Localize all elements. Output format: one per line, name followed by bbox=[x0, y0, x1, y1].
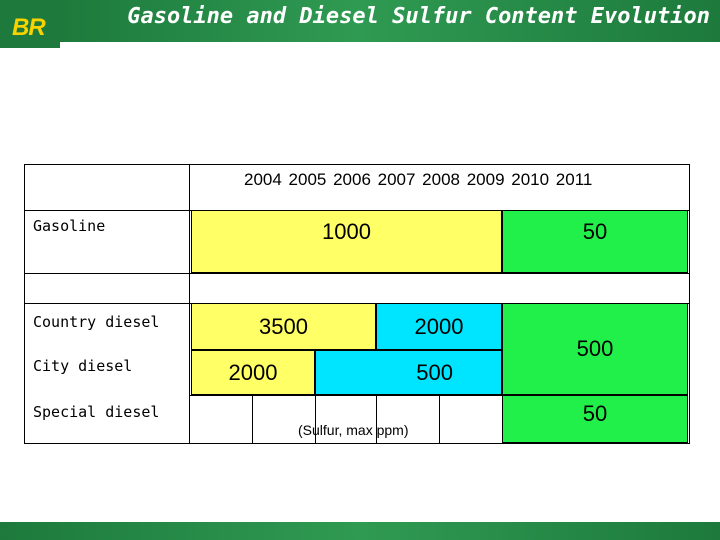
special-diesel-value-50: 50 bbox=[582, 401, 608, 426]
special-diesel-50-cell: 50 bbox=[502, 395, 688, 443]
br-logo: BR bbox=[0, 0, 60, 48]
footer-bar bbox=[0, 522, 720, 540]
label-column-divider bbox=[189, 164, 190, 444]
gasoline-value-50: 50 bbox=[582, 219, 608, 244]
unit-note: (Sulfur, max ppm) bbox=[298, 422, 409, 438]
country-diesel-value-2000: 2000 bbox=[414, 313, 464, 339]
row-label-city-diesel: City diesel bbox=[33, 357, 133, 375]
city-diesel-2000-cell: 2000 bbox=[191, 350, 315, 395]
row-label-gasoline: Gasoline bbox=[33, 217, 106, 235]
br-logo-text: BR bbox=[12, 14, 46, 41]
city-diesel-value-500: 500 bbox=[416, 359, 453, 385]
gasoline-value-1000: 1000 bbox=[322, 219, 371, 244]
city-country-diesel-500-cell: 500 bbox=[502, 303, 688, 395]
row-label-country-diesel: Country diesel bbox=[33, 313, 160, 331]
special-diesel-top-line bbox=[189, 395, 502, 396]
diesel-late-value-500: 500 bbox=[576, 336, 614, 361]
years-header: 2004 2005 2006 2007 2008 2009 2010 2011 bbox=[244, 170, 593, 189]
gasoline-1000-cell: 1000 bbox=[191, 210, 502, 273]
city-diesel-500-cell: 500 bbox=[315, 350, 502, 395]
city-diesel-value-2000: 2000 bbox=[228, 359, 278, 385]
country-diesel-value-3500: 3500 bbox=[259, 313, 308, 339]
gasoline-50-cell: 50 bbox=[502, 210, 688, 273]
gasoline-row-divider bbox=[24, 273, 690, 274]
row-label-special-diesel: Special diesel bbox=[33, 403, 160, 421]
country-diesel-2000-cell: 2000 bbox=[376, 303, 502, 350]
country-diesel-3500-cell: 3500 bbox=[191, 303, 376, 350]
special-diesel-divider-1 bbox=[252, 395, 253, 444]
special-diesel-divider-4 bbox=[439, 395, 440, 444]
page-title: Gasoline and Diesel Sulfur Content Evolu… bbox=[127, 4, 710, 29]
